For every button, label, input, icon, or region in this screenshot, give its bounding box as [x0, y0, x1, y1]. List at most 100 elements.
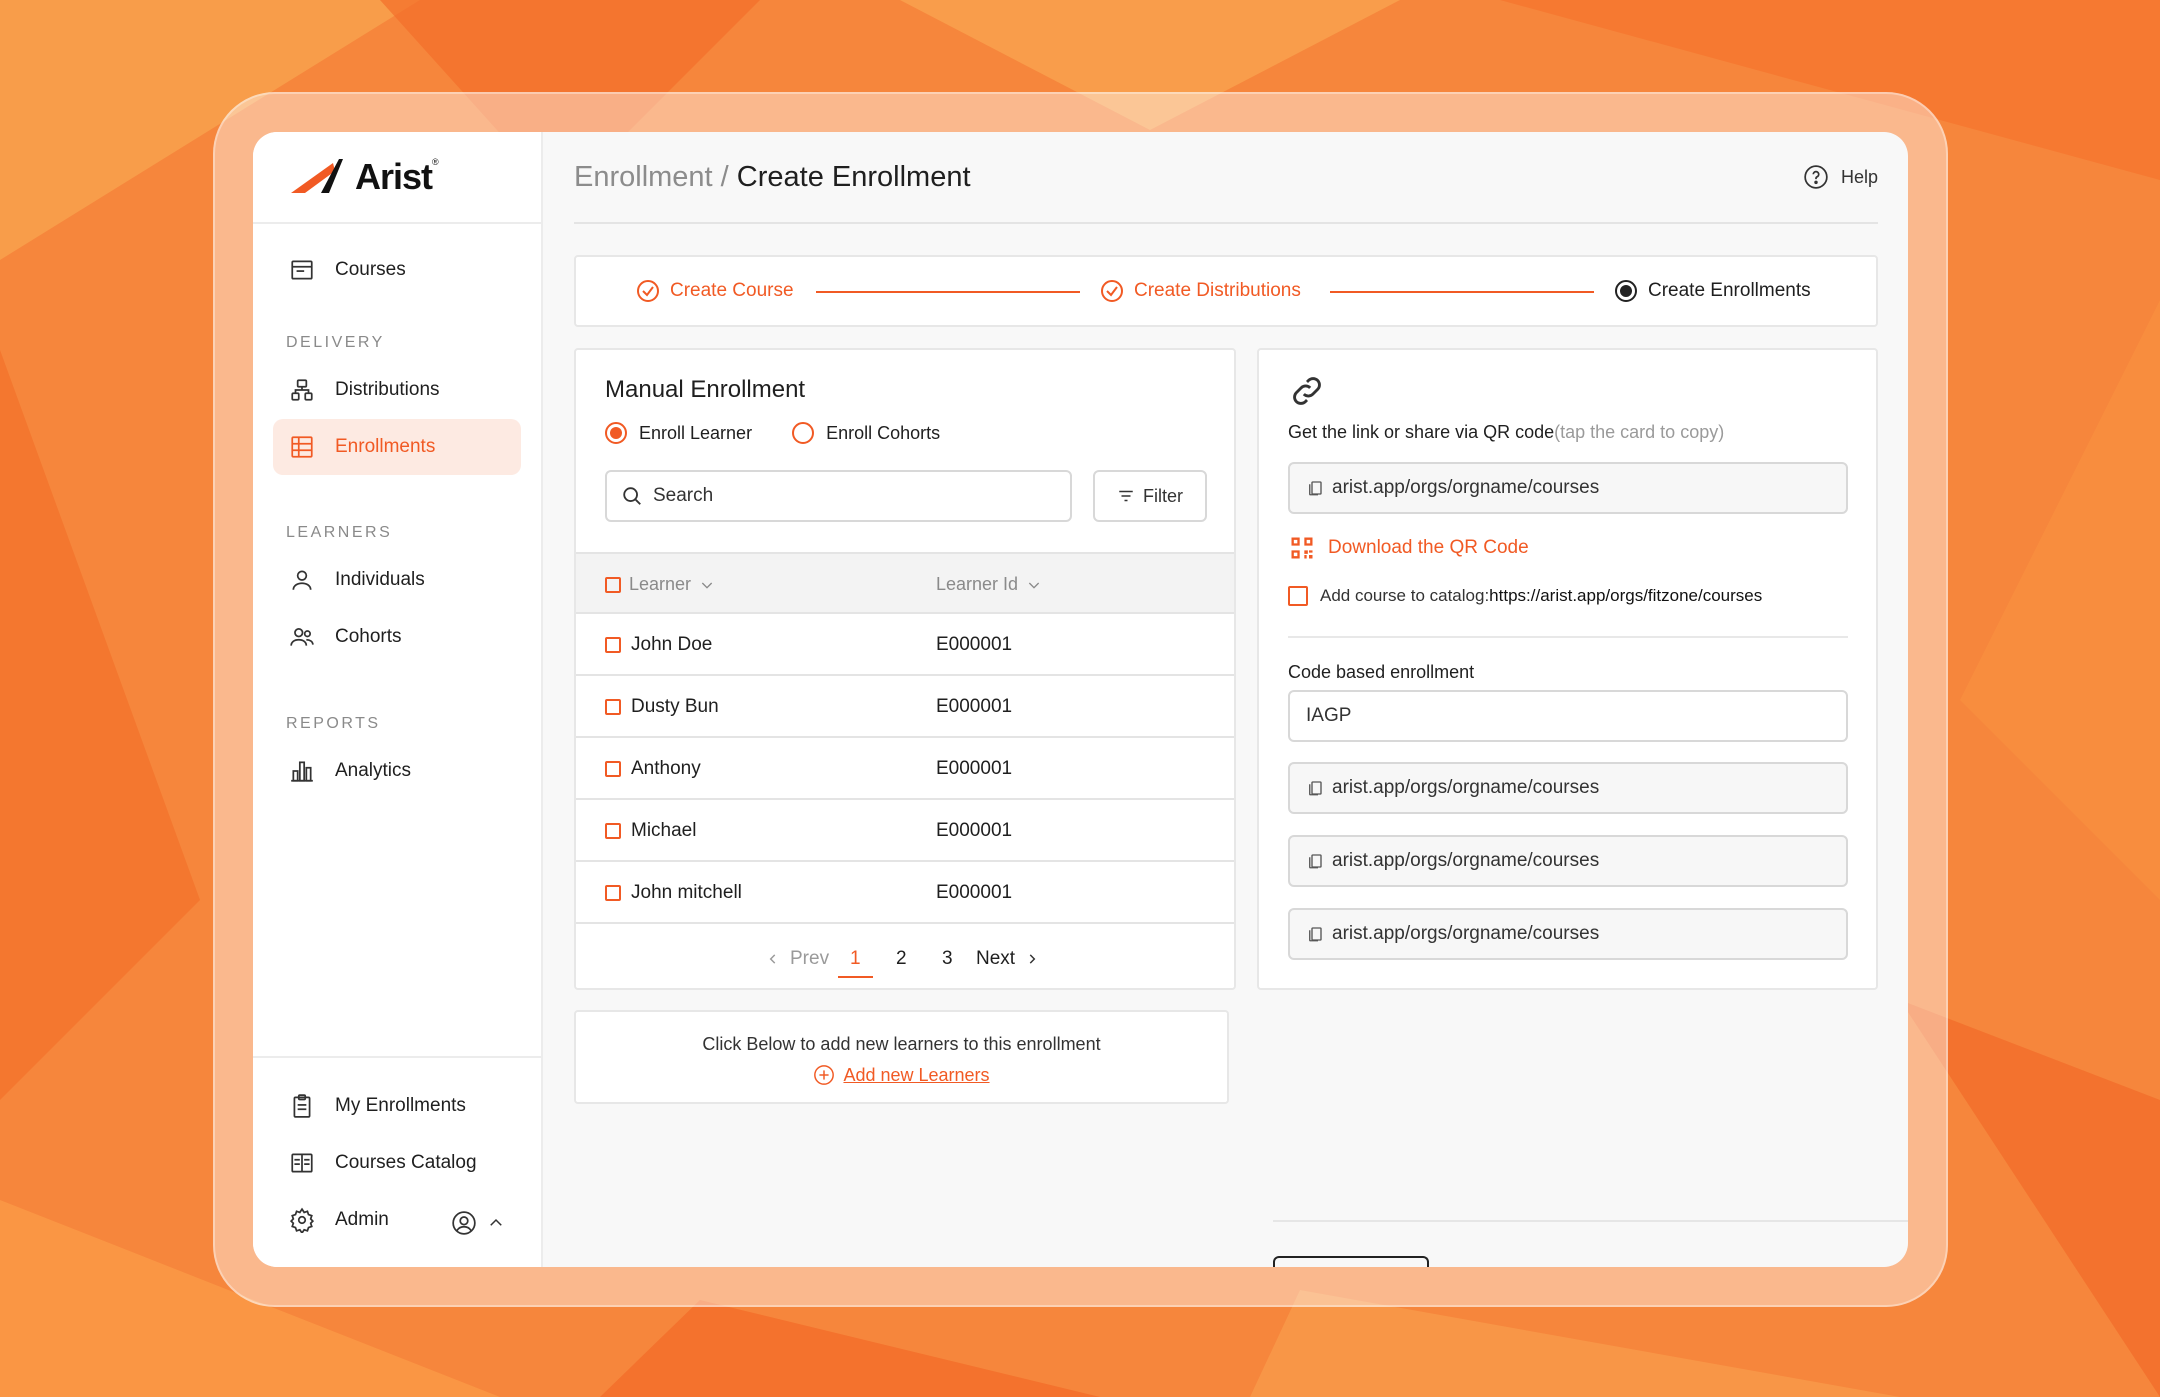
enrollment-code-input[interactable]: IAGP: [1288, 690, 1848, 742]
table-row[interactable]: John Doe E000001: [576, 614, 1234, 676]
row-checkbox[interactable]: [605, 761, 621, 777]
column-header-learner-id[interactable]: Learner Id: [936, 574, 1042, 595]
row-checkbox[interactable]: [605, 699, 621, 715]
chevron-left-icon: [769, 954, 776, 964]
table-row[interactable]: John mitchell E000001: [576, 862, 1234, 924]
code-link-field[interactable]: arist.app/orgs/orgname/courses: [1288, 835, 1848, 887]
sidebar-item-enrollments[interactable]: Enrollments: [273, 419, 521, 475]
row-checkbox[interactable]: [605, 637, 621, 653]
filter-label: Filter: [1143, 485, 1183, 506]
manual-enrollment-card: Manual Enrollment Enroll Learner Enroll …: [574, 348, 1236, 990]
code-link-field[interactable]: arist.app/orgs/orgname/courses: [1288, 908, 1848, 960]
radio-unselected-icon: [792, 422, 815, 444]
sidebar-item-individuals[interactable]: Individuals: [273, 552, 521, 608]
step-create-enrollments[interactable]: Create Enrollments: [1614, 279, 1811, 303]
add-new-learners-link[interactable]: Add new Learners: [576, 1064, 1227, 1086]
arist-logo[interactable]: Arist®: [253, 132, 541, 224]
clipboard-icon: [293, 1094, 311, 1118]
search-icon: [623, 487, 641, 505]
table-row[interactable]: Dusty Bun E000001: [576, 676, 1234, 738]
code-link-text: arist.app/orgs/orgname/courses: [1332, 923, 1600, 944]
sidebar-item-label: Analytics: [335, 760, 412, 781]
sidebar-item-my-enrollments[interactable]: My Enrollments: [273, 1078, 521, 1134]
sidebar: Arist® Courses DELIVERY Distributions En…: [253, 132, 543, 1267]
page-2-button[interactable]: 2: [896, 948, 907, 970]
help-button[interactable]: Help: [1803, 164, 1878, 190]
pagination: Prev 1 2 3 Next: [576, 930, 1234, 992]
enrollments-icon: [291, 436, 313, 458]
chevron-down-icon: [701, 582, 713, 589]
plus-circle-icon: [814, 1065, 835, 1085]
row-checkbox[interactable]: [605, 885, 621, 901]
step-label: Create Distributions: [1134, 280, 1301, 301]
gear-icon: [289, 1207, 315, 1233]
step-label: Create Course: [670, 280, 794, 301]
distributions-icon: [291, 379, 313, 401]
person-icon: [292, 570, 312, 590]
download-qr-label: Download the QR Code: [1328, 537, 1529, 558]
page-title: Create Enrollment: [736, 160, 971, 193]
chart-icon: [291, 761, 313, 782]
catalog-text: Add course to catalog:https://arist.app/…: [1320, 586, 1762, 606]
sidebar-item-label: Courses Catalog: [335, 1152, 477, 1173]
column-header-learner[interactable]: Learner: [605, 574, 715, 595]
radio-enroll-learner[interactable]: Enroll Learner: [605, 422, 752, 444]
help-circle-icon: [1804, 165, 1828, 189]
sidebar-item-admin[interactable]: Admin: [273, 1192, 423, 1248]
link-icon: [1293, 377, 1321, 405]
code-link-field[interactable]: arist.app/orgs/orgname/courses: [1288, 762, 1848, 814]
sidebar-item-distributions[interactable]: Distributions: [273, 362, 521, 418]
learner-cell: John mitchell: [605, 882, 742, 904]
sidebar-item-label: Enrollments: [335, 436, 436, 457]
row-checkbox[interactable]: [605, 823, 621, 839]
add-learners-hint: Click Below to add new learners to this …: [702, 1034, 1101, 1054]
learner-id: E000001: [936, 820, 1013, 841]
manual-enrollment-title: Manual Enrollment: [605, 376, 806, 403]
download-qr-link[interactable]: Download the QR Code: [1288, 534, 1529, 562]
learner-id: E000001: [936, 696, 1013, 717]
page-1-button[interactable]: 1: [838, 948, 873, 978]
sidebar-item-cohorts[interactable]: Cohorts: [273, 609, 521, 665]
table-row[interactable]: Anthony E000001: [576, 738, 1234, 800]
sidebar-item-courses-catalog[interactable]: Courses Catalog: [273, 1135, 521, 1191]
courses-icon: [291, 260, 313, 280]
filter-button[interactable]: Filter: [1093, 470, 1207, 522]
sidebar-item-analytics[interactable]: Analytics: [273, 743, 521, 799]
chevron-right-icon: [1029, 954, 1036, 964]
breadcrumb: Enrollment / Create Enrollment: [574, 161, 971, 194]
sidebar-item-label: Courses: [335, 259, 406, 280]
step-connector: [1330, 291, 1594, 293]
sidebar-item-label: Cohorts: [335, 626, 402, 647]
step-create-course[interactable]: Create Course: [636, 279, 794, 303]
code-link-text: arist.app/orgs/orgname/courses: [1332, 850, 1600, 871]
radio-label: Enroll Cohorts: [826, 422, 941, 443]
copy-icon: [1309, 481, 1322, 496]
search-placeholder: Search: [653, 485, 714, 506]
next-page-button[interactable]: Next: [976, 948, 1039, 970]
sidebar-item-courses[interactable]: Courses: [273, 242, 521, 298]
check-circle-icon: [1101, 280, 1123, 302]
share-link-text: arist.app/orgs/orgname/courses: [1332, 477, 1600, 498]
table-row[interactable]: Michael E000001: [576, 800, 1234, 862]
select-all-checkbox[interactable]: [605, 576, 621, 593]
share-link-field[interactable]: arist.app/orgs/orgname/courses: [1288, 462, 1848, 514]
share-label-hint: (tap the card to copy): [1554, 422, 1725, 442]
brand-name: Arist®: [355, 156, 439, 197]
step-create-distributions[interactable]: Create Distributions: [1100, 279, 1301, 303]
radio-enroll-cohorts[interactable]: Enroll Cohorts: [792, 422, 940, 444]
code-link-text: arist.app/orgs/orgname/courses: [1332, 777, 1600, 798]
footer-button[interactable]: [1273, 1256, 1429, 1267]
page-3-button[interactable]: 3: [942, 948, 953, 970]
catalog-checkbox[interactable]: [1288, 586, 1308, 606]
prev-page-button[interactable]: Prev: [766, 948, 829, 970]
code-enrollment-label: Code based enrollment: [1288, 662, 1475, 682]
breadcrumb-separator: /: [712, 160, 737, 193]
add-to-catalog-option[interactable]: Add course to catalog:https://arist.app/…: [1288, 586, 1762, 606]
breadcrumb-parent[interactable]: Enrollment: [574, 161, 713, 193]
page-header: Enrollment / Create Enrollment Help: [574, 132, 1878, 224]
account-menu-toggle[interactable]: [451, 1210, 505, 1236]
learner-name: Michael: [631, 820, 697, 841]
step-connector: [816, 291, 1080, 293]
search-input[interactable]: Search: [605, 470, 1072, 522]
prev-label: Prev: [790, 948, 830, 969]
